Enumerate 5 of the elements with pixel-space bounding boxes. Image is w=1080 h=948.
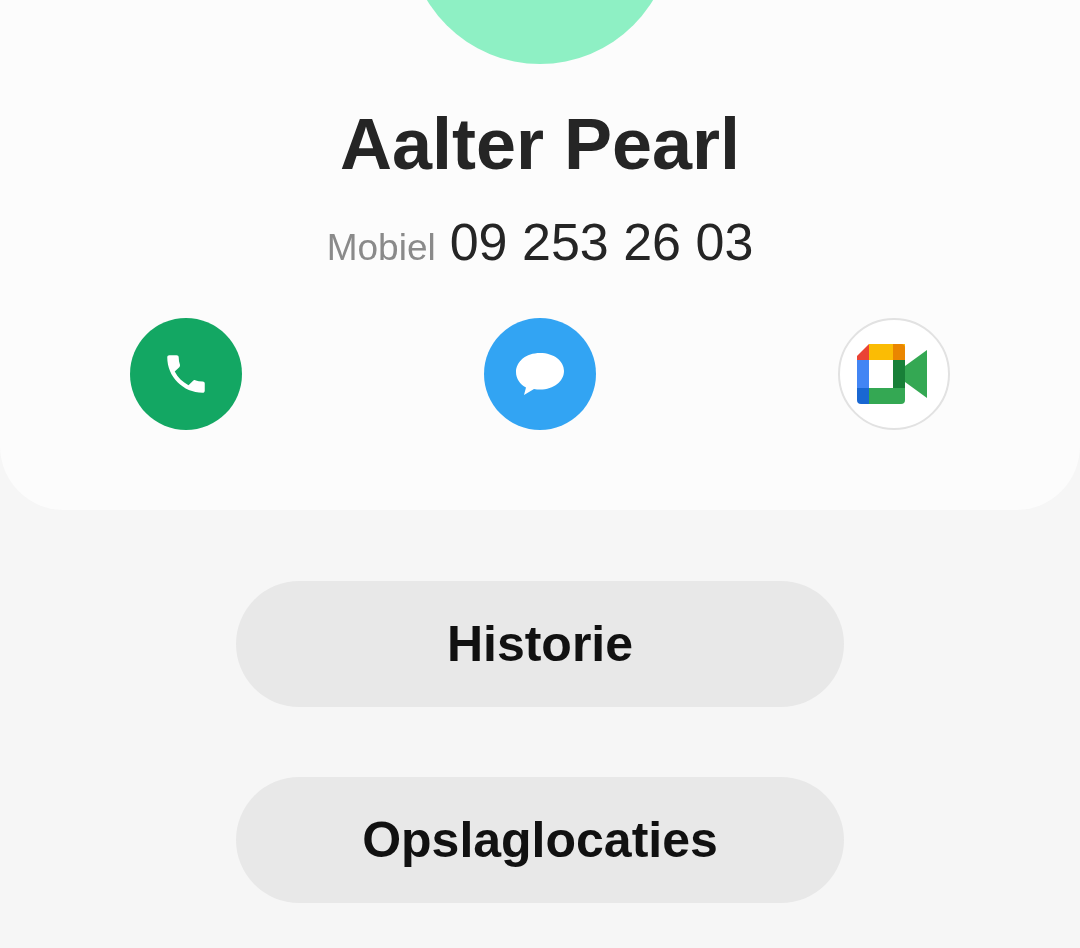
phone-number: 09 253 26 03: [449, 212, 754, 272]
menu-button[interactable]: Opslaglocaties: [236, 777, 844, 903]
menu-button[interactable]: Historie: [236, 581, 844, 707]
contact-name: Aalter Pearl: [339, 108, 741, 180]
phone-label: Mobiel: [326, 227, 436, 269]
